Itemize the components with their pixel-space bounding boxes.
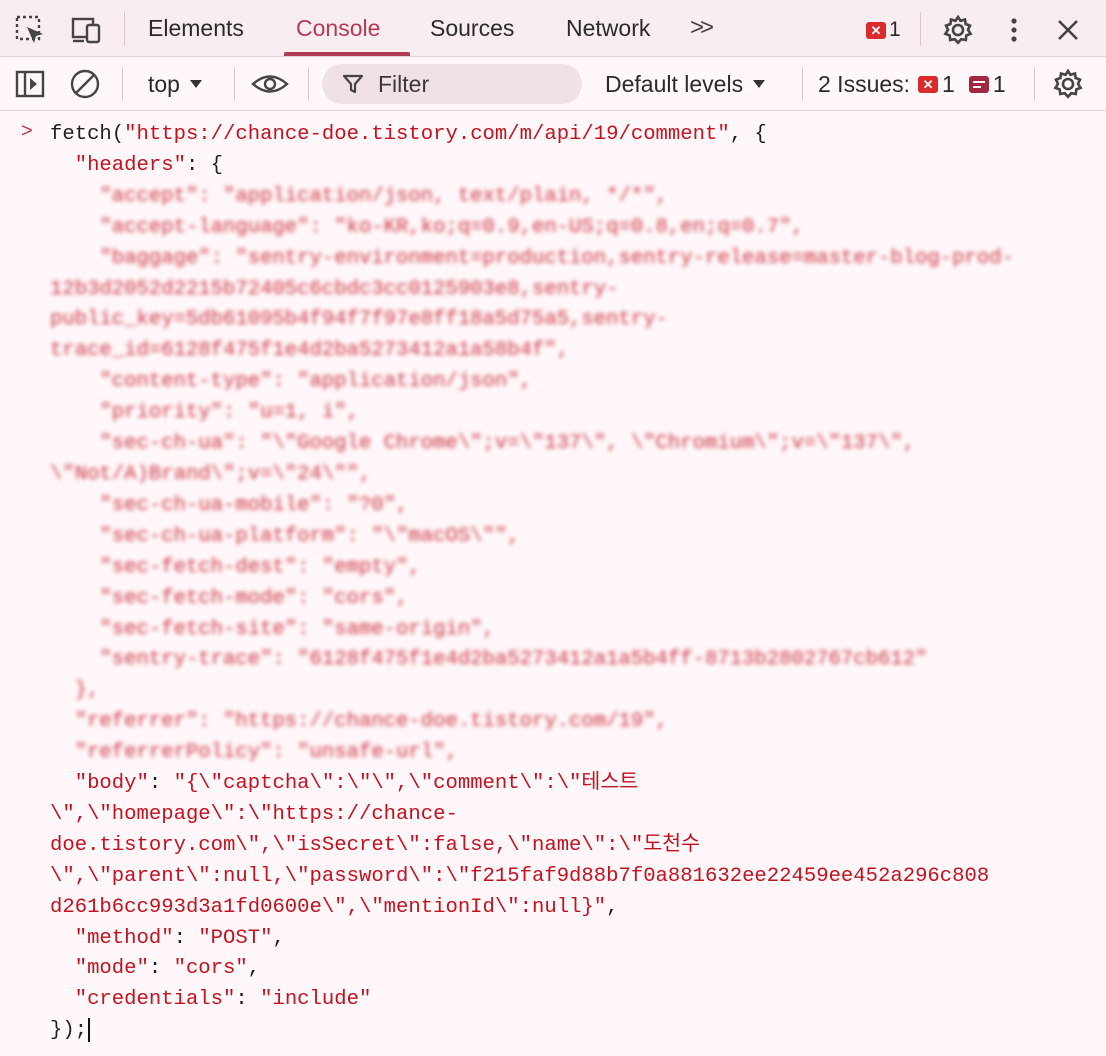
code-body-key: "body" [74,772,149,796]
error-count: 1 [889,18,901,41]
code-headers-open: : { [185,153,224,177]
code-body-value: doe.tistory.com\",\"isSecret\":false,\"n… [50,833,701,857]
redacted-line: "content-type": "application/json", [99,370,532,394]
code-body-value: \",\"homepage\":\"https://chance- [50,802,458,826]
redacted-line: "baggage": "sentry-environment=productio… [99,246,1014,270]
code-headers-key: "headers" [74,153,186,177]
code-body-value: \",\"parent\":null,\"password\":\"f215fa… [50,864,990,888]
devtools-tabbar: Elements Console Sources Network >> ✕ 1 [0,0,1106,57]
tabbar-separator [124,12,125,46]
toolbar-separator [1034,67,1035,101]
chevron-down-icon [189,80,202,88]
text-cursor [88,1017,91,1042]
issues-error-count: 1 [942,70,955,97]
console-settings-gear-icon[interactable] [1052,68,1084,100]
issues-button[interactable]: 2 Issues: ✕ 1 1 [818,57,1006,111]
context-selector[interactable]: top [148,57,202,111]
clear-console-icon[interactable] [68,68,102,100]
chevron-down-icon [753,80,766,88]
filter-input-container[interactable] [322,64,582,104]
more-options-icon[interactable] [1000,14,1028,46]
more-tabs-icon[interactable]: >> [690,0,714,56]
redacted-line: "sec-fetch-mode": "cors", [99,586,409,610]
redacted-line: "referrerPolicy": "unsafe-url", [74,741,458,765]
issue-error-icon: ✕ [918,75,939,93]
code-fetch-open: , { [729,123,767,146]
redacted-line: }, [74,679,100,703]
code-close: }); [50,1019,88,1043]
code-url-string: "https://chance-doe.tistory.com/m/api/19… [124,123,730,146]
error-icon: ✕ [866,21,886,39]
console-output[interactable]: > fetch("https://chance-doe.tistory.com/… [0,112,1106,1056]
device-toolbar-icon[interactable] [70,14,104,46]
redacted-line: \"Not/A)Brand\";v=\"24\"", [50,462,372,486]
inspect-element-icon[interactable] [14,14,46,46]
redacted-line: "sec-ch-ua-mobile": "?0", [99,493,409,517]
settings-gear-icon[interactable] [942,14,974,46]
active-tab-indicator [284,52,410,56]
toolbar-separator [234,67,235,101]
toolbar-separator [122,67,123,101]
issues-label: 2 Issues: [818,70,911,97]
tab-console[interactable]: Console [296,0,380,56]
code-body-value: d261b6cc993d3a1fd0600e\",\"mentionId\":n… [50,895,607,919]
redacted-line: trace_id=6128f475f1e4d2ba5273412a1a58b4f… [50,339,570,363]
error-count-badge[interactable]: ✕ 1 [866,18,901,42]
sidebar-toggle-icon[interactable] [14,68,46,100]
redacted-line: "accept": "application/json, text/plain,… [99,184,668,208]
filter-input[interactable] [376,69,570,99]
redacted-line: "referrer": "https://chance-doe.tistory.… [74,710,668,734]
tab-elements[interactable]: Elements [148,0,244,56]
redacted-line: "sec-fetch-site": "same-origin", [99,617,495,641]
code-credentials-value: "include" [260,988,372,1012]
log-levels-dropdown[interactable]: Default levels [605,57,766,111]
tabbar-separator [920,12,921,46]
live-expression-eye-icon[interactable] [250,68,290,100]
code-credentials-key: "credentials" [74,988,236,1012]
toolbar-separator [802,67,803,101]
code-mode-value: "cors" [173,957,248,981]
tab-sources[interactable]: Sources [430,0,514,56]
tab-network[interactable]: Network [566,0,650,56]
redacted-line: "accept-language": "ko-KR,ko;q=0.9,en-US… [99,215,804,239]
redacted-line: "sec-ch-ua-platform": "\"macOS\"", [99,524,520,548]
issues-message-count: 1 [992,70,1006,97]
toolbar-separator [308,67,309,101]
log-levels-label: Default levels [605,70,744,97]
redacted-line: 12b3d2052d2215b72405c6cbdc3cc0125903e8,s… [50,277,619,301]
filter-funnel-icon [342,73,364,95]
code-method-key: "method" [74,926,174,950]
close-icon[interactable] [1054,16,1082,44]
redacted-line: "sec-ch-ua": "\"Google Chrome\";v=\"137\… [99,432,916,456]
code-mode-key: "mode" [74,957,149,981]
redacted-line: "sec-fetch-dest": "empty", [99,555,421,579]
context-selector-label: top [148,70,180,97]
code-fetch-call: fetch( [50,123,125,146]
redacted-line: "sentry-trace": "6128f475f1e4d2ba5273412… [99,648,928,672]
code-method-value: "POST" [198,926,273,950]
redacted-line: public_key=5db61095b4f94f7f97e8ff18a5d75… [50,308,668,332]
console-toolbar: top Default levels 2 Issues: ✕ 1 1 [0,57,1106,111]
console-input-code[interactable]: fetch("https://chance-doe.tistory.com/m/… [50,120,1014,1047]
redacted-line: "priority": "u=1, i", [99,401,359,425]
console-prompt-chevron-icon: > [21,120,33,142]
code-body-value: "{\"captcha\":\"\",\"comment\":\"테스트 [173,772,639,796]
issue-message-icon [968,75,989,93]
